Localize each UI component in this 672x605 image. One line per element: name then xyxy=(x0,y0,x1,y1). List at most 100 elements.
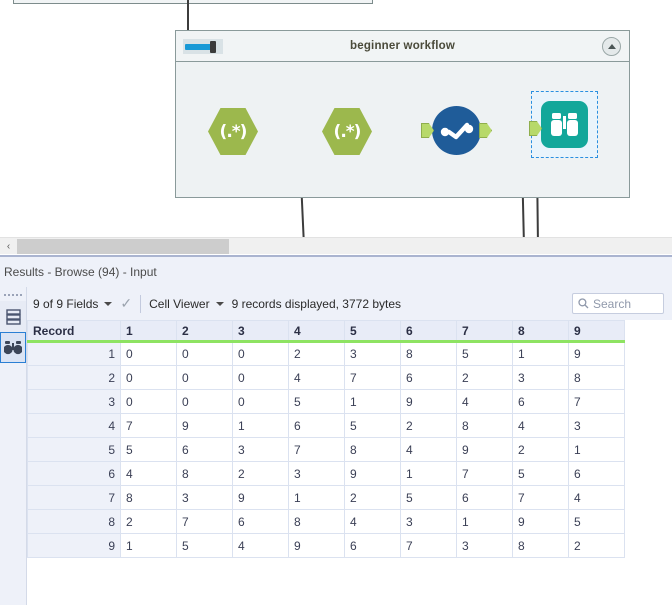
chevron-down-icon[interactable] xyxy=(104,301,113,306)
cell-r2-c2[interactable]: 0 xyxy=(176,365,233,390)
cell-r9-c2[interactable]: 5 xyxy=(176,533,233,558)
cell-r6-c8[interactable]: 5 xyxy=(512,461,569,486)
cell-r6-c1[interactable]: 4 xyxy=(120,461,177,486)
cell-r8-c3[interactable]: 6 xyxy=(232,509,289,534)
container-size-slider[interactable] xyxy=(183,39,223,54)
table-row[interactable]: 5563784921 xyxy=(27,437,625,462)
select-tool[interactable] xyxy=(421,106,492,155)
cell-r1-c7[interactable]: 5 xyxy=(456,341,513,366)
cell-r9-c5[interactable]: 6 xyxy=(344,533,401,558)
cell-r4-c4[interactable]: 6 xyxy=(288,413,345,438)
column-header-5[interactable]: 5 xyxy=(344,320,401,343)
cell-r1-c5[interactable]: 3 xyxy=(344,341,401,366)
cell-r3-c7[interactable]: 4 xyxy=(456,389,513,414)
cell-r3-c5[interactable]: 1 xyxy=(344,389,401,414)
cell-r4-c7[interactable]: 8 xyxy=(456,413,513,438)
cell-r4-c8[interactable]: 4 xyxy=(512,413,569,438)
cell-r3-c2[interactable]: 0 xyxy=(176,389,233,414)
cell-r7-c3[interactable]: 9 xyxy=(232,485,289,510)
cell-r1-c4[interactable]: 2 xyxy=(288,341,345,366)
cell-r5-c2[interactable]: 6 xyxy=(176,437,233,462)
table-row[interactable]: 3000519467 xyxy=(27,389,625,414)
cell-r8-c5[interactable]: 4 xyxy=(344,509,401,534)
table-row[interactable]: 4791652843 xyxy=(27,413,625,438)
cell-r6-c9[interactable]: 6 xyxy=(568,461,625,486)
cell-r6-c5[interactable]: 9 xyxy=(344,461,401,486)
scroll-left-arrow[interactable]: ‹ xyxy=(0,238,17,255)
cell-r4-c1[interactable]: 7 xyxy=(120,413,177,438)
cell-r7-c9[interactable]: 4 xyxy=(568,485,625,510)
cell-r5-c8[interactable]: 2 xyxy=(512,437,569,462)
cell-r2-c4[interactable]: 4 xyxy=(288,365,345,390)
cell-r4-c5[interactable]: 5 xyxy=(344,413,401,438)
cell-r5-c1[interactable]: 5 xyxy=(120,437,177,462)
column-header-1[interactable]: 1 xyxy=(120,320,177,343)
cell-r7-c4[interactable]: 1 xyxy=(288,485,345,510)
cell-r8-c2[interactable]: 7 xyxy=(176,509,233,534)
cell-r5-c9[interactable]: 1 xyxy=(568,437,625,462)
cell-r3-c9[interactable]: 7 xyxy=(568,389,625,414)
cell-r7-c8[interactable]: 7 xyxy=(512,485,569,510)
cell-viewer-selector[interactable]: Cell Viewer xyxy=(149,297,224,311)
cell-r1-c2[interactable]: 0 xyxy=(176,341,233,366)
cell-r2-c3[interactable]: 0 xyxy=(232,365,289,390)
cell-r7-c2[interactable]: 3 xyxy=(176,485,233,510)
slider-knob[interactable] xyxy=(210,40,216,53)
cell-r5-c7[interactable]: 9 xyxy=(456,437,513,462)
cell-r8-c6[interactable]: 3 xyxy=(400,509,457,534)
cell-r2-c5[interactable]: 7 xyxy=(344,365,401,390)
canvas-horizontal-scrollbar[interactable]: ‹ xyxy=(0,237,672,254)
cell-r9-c6[interactable]: 7 xyxy=(400,533,457,558)
cell-r6-c2[interactable]: 8 xyxy=(176,461,233,486)
cell-r9-c4[interactable]: 9 xyxy=(288,533,345,558)
regex-tool-1[interactable]: (.*) xyxy=(208,108,258,155)
table-row[interactable]: 2000476238 xyxy=(27,365,625,390)
table-row[interactable]: 9154967382 xyxy=(27,533,625,558)
column-header-6[interactable]: 6 xyxy=(400,320,457,343)
column-header-3[interactable]: 3 xyxy=(232,320,289,343)
scrollbar-thumb[interactable] xyxy=(17,238,229,254)
cell-r4-c9[interactable]: 3 xyxy=(568,413,625,438)
cell-r2-c9[interactable]: 8 xyxy=(568,365,625,390)
fields-selector[interactable]: 9 of 9 Fields xyxy=(33,297,113,311)
table-row[interactable]: 6482391756 xyxy=(27,461,625,486)
cell-r9-c9[interactable]: 2 xyxy=(568,533,625,558)
search-input[interactable]: Search xyxy=(572,293,664,314)
cell-r9-c7[interactable]: 3 xyxy=(456,533,513,558)
cell-r8-c7[interactable]: 1 xyxy=(456,509,513,534)
cell-r4-c3[interactable]: 1 xyxy=(232,413,289,438)
cell-r8-c1[interactable]: 2 xyxy=(120,509,177,534)
cell-r8-c8[interactable]: 9 xyxy=(512,509,569,534)
cell-r5-c5[interactable]: 8 xyxy=(344,437,401,462)
cell-r1-c8[interactable]: 1 xyxy=(512,341,569,366)
cell-r3-c6[interactable]: 9 xyxy=(400,389,457,414)
cell-r2-c6[interactable]: 6 xyxy=(400,365,457,390)
cell-r1-c3[interactable]: 0 xyxy=(232,341,289,366)
cell-r3-c8[interactable]: 6 xyxy=(512,389,569,414)
cell-r9-c8[interactable]: 8 xyxy=(512,533,569,558)
cell-r3-c1[interactable]: 0 xyxy=(120,389,177,414)
regex-tool-2[interactable]: (.*) xyxy=(322,108,372,155)
table-view-icon[interactable] xyxy=(0,301,26,332)
chevron-down-icon-2[interactable] xyxy=(215,301,224,306)
cell-r9-c3[interactable]: 4 xyxy=(232,533,289,558)
cell-r3-c3[interactable]: 0 xyxy=(232,389,289,414)
cell-r7-c7[interactable]: 6 xyxy=(456,485,513,510)
cell-r6-c6[interactable]: 1 xyxy=(400,461,457,486)
column-header-7[interactable]: 7 xyxy=(456,320,513,343)
column-header-2[interactable]: 2 xyxy=(176,320,233,343)
table-row[interactable]: 8276843195 xyxy=(27,509,625,534)
cell-r5-c3[interactable]: 3 xyxy=(232,437,289,462)
cell-r2-c7[interactable]: 2 xyxy=(456,365,513,390)
cell-r5-c6[interactable]: 4 xyxy=(400,437,457,462)
cell-r6-c3[interactable]: 2 xyxy=(232,461,289,486)
cell-r7-c5[interactable]: 2 xyxy=(344,485,401,510)
cell-r2-c8[interactable]: 3 xyxy=(512,365,569,390)
cell-r3-c4[interactable]: 5 xyxy=(288,389,345,414)
cell-r4-c6[interactable]: 2 xyxy=(400,413,457,438)
cell-r8-c9[interactable]: 5 xyxy=(568,509,625,534)
column-header-9[interactable]: 9 xyxy=(568,320,625,343)
table-row[interactable]: 1000238519 xyxy=(27,341,625,366)
cell-r1-c1[interactable]: 0 xyxy=(120,341,177,366)
workflow-canvas[interactable]: beginner workflow (.*) (.*) xyxy=(0,0,672,246)
